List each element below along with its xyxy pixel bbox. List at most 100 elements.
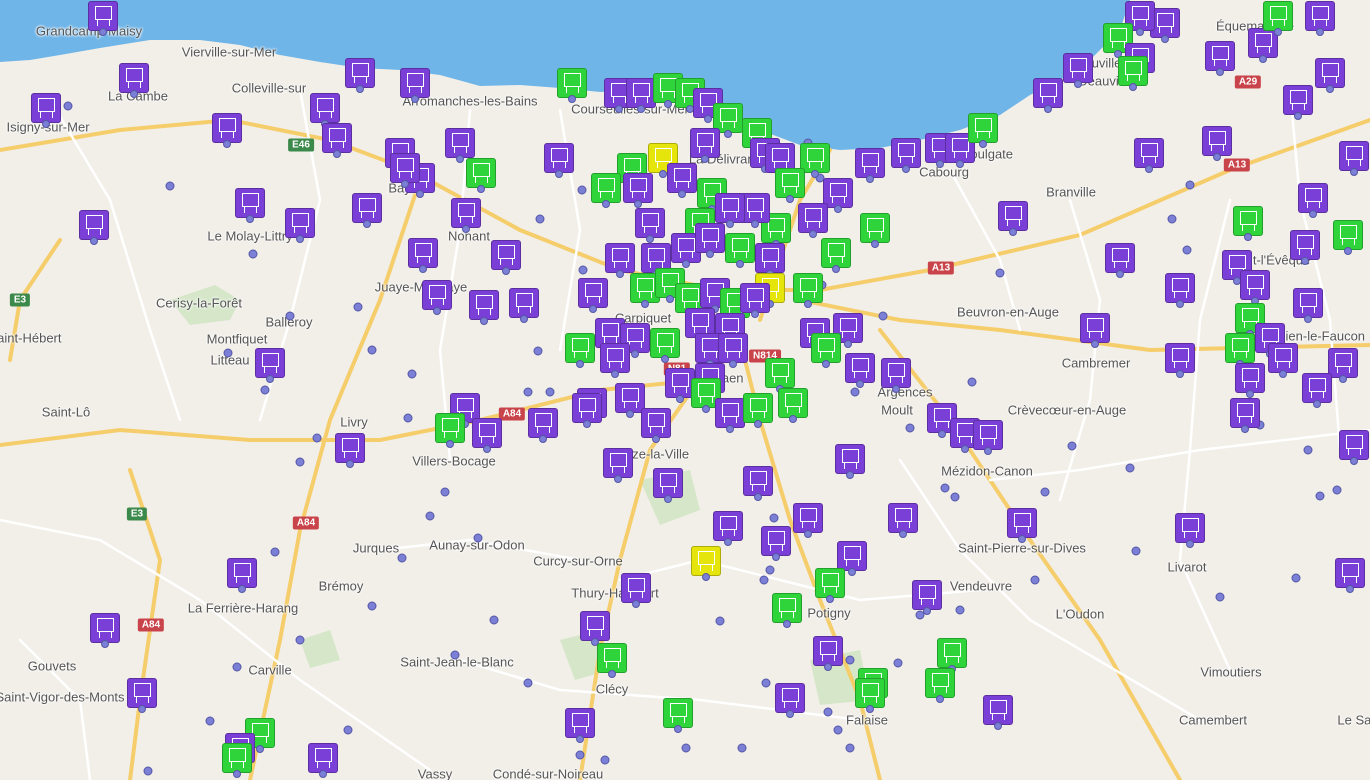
school-marker-green[interactable] xyxy=(743,393,773,428)
school-marker-purple[interactable] xyxy=(285,208,315,243)
school-marker-purple[interactable] xyxy=(1339,141,1369,176)
school-marker-green[interactable] xyxy=(775,168,805,203)
location-dot[interactable] xyxy=(737,743,747,753)
school-marker-purple[interactable] xyxy=(1033,78,1063,113)
location-dot[interactable] xyxy=(165,181,175,191)
school-marker-purple[interactable] xyxy=(793,503,823,538)
location-dot[interactable] xyxy=(248,249,258,259)
location-dot[interactable] xyxy=(343,725,353,735)
school-marker-purple[interactable] xyxy=(1205,41,1235,76)
school-marker-purple[interactable] xyxy=(1230,398,1260,433)
location-dot[interactable] xyxy=(1067,441,1077,451)
location-dot[interactable] xyxy=(403,413,413,423)
location-dot[interactable] xyxy=(715,616,725,626)
location-dot[interactable] xyxy=(878,311,888,321)
school-marker-purple[interactable] xyxy=(255,348,285,383)
school-marker-purple[interactable] xyxy=(352,193,382,228)
school-marker-purple[interactable] xyxy=(1302,373,1332,408)
school-marker-purple[interactable] xyxy=(31,93,61,128)
school-marker-purple[interactable] xyxy=(578,278,608,313)
school-marker-green[interactable] xyxy=(925,668,955,703)
school-marker-purple[interactable] xyxy=(310,93,340,128)
location-dot[interactable] xyxy=(295,635,305,645)
school-marker-purple[interactable] xyxy=(1293,288,1323,323)
school-marker-purple[interactable] xyxy=(837,541,867,576)
school-marker-green[interactable] xyxy=(855,678,885,713)
school-marker-purple[interactable] xyxy=(1305,1,1335,36)
school-marker-purple[interactable] xyxy=(544,143,574,178)
school-marker-purple[interactable] xyxy=(775,683,805,718)
school-marker-purple[interactable] xyxy=(572,393,602,428)
location-dot[interactable] xyxy=(232,662,242,672)
school-marker-green[interactable] xyxy=(821,238,851,273)
school-marker-purple[interactable] xyxy=(390,153,420,188)
school-marker-purple[interactable] xyxy=(88,1,118,36)
school-marker-purple[interactable] xyxy=(881,358,911,393)
location-dot[interactable] xyxy=(545,387,555,397)
location-dot[interactable] xyxy=(845,655,855,665)
school-marker-purple[interactable] xyxy=(667,163,697,198)
school-marker-green[interactable] xyxy=(811,333,841,368)
school-marker-purple[interactable] xyxy=(1240,270,1270,305)
school-marker-purple[interactable] xyxy=(1290,230,1320,265)
school-marker-purple[interactable] xyxy=(641,408,671,443)
school-marker-purple[interactable] xyxy=(1298,183,1328,218)
school-marker-green[interactable] xyxy=(663,698,693,733)
school-marker-purple[interactable] xyxy=(713,511,743,546)
location-dot[interactable] xyxy=(425,511,435,521)
school-marker-purple[interactable] xyxy=(695,223,725,258)
school-marker-purple[interactable] xyxy=(761,526,791,561)
location-dot[interactable] xyxy=(367,345,377,355)
school-marker-purple[interactable] xyxy=(1315,58,1345,93)
school-marker-purple[interactable] xyxy=(715,193,745,228)
location-dot[interactable] xyxy=(769,513,779,523)
school-marker-green[interactable] xyxy=(557,68,587,103)
school-marker-purple[interactable] xyxy=(855,148,885,183)
school-marker-purple[interactable] xyxy=(422,280,452,315)
location-dot[interactable] xyxy=(285,311,295,321)
school-marker-green[interactable] xyxy=(1225,333,1255,368)
school-marker-green[interactable] xyxy=(772,593,802,628)
location-dot[interactable] xyxy=(1167,214,1177,224)
location-dot[interactable] xyxy=(353,302,363,312)
school-marker-purple[interactable] xyxy=(743,466,773,501)
school-marker-purple[interactable] xyxy=(227,558,257,593)
school-marker-purple[interactable] xyxy=(1105,243,1135,278)
school-marker-green[interactable] xyxy=(1333,220,1363,255)
location-dot[interactable] xyxy=(533,346,543,356)
location-dot[interactable] xyxy=(440,487,450,497)
location-dot[interactable] xyxy=(850,387,860,397)
school-marker-green[interactable] xyxy=(1233,206,1263,241)
location-dot[interactable] xyxy=(893,658,903,668)
school-marker-purple[interactable] xyxy=(79,210,109,245)
school-marker-green[interactable] xyxy=(793,273,823,308)
location-dot[interactable] xyxy=(1332,485,1342,495)
school-marker-purple[interactable] xyxy=(528,408,558,443)
school-marker-green[interactable] xyxy=(1118,56,1148,91)
location-dot[interactable] xyxy=(260,385,270,395)
school-marker-purple[interactable] xyxy=(1235,363,1265,398)
school-marker-purple[interactable] xyxy=(90,613,120,648)
school-marker-purple[interactable] xyxy=(491,240,521,275)
school-marker-green[interactable] xyxy=(815,568,845,603)
school-marker-purple[interactable] xyxy=(600,343,630,378)
school-marker-purple[interactable] xyxy=(408,238,438,273)
location-dot[interactable] xyxy=(995,268,1005,278)
location-dot[interactable] xyxy=(1303,445,1313,455)
location-dot[interactable] xyxy=(1030,575,1040,585)
school-marker-yellow[interactable] xyxy=(691,546,721,581)
school-marker-green[interactable] xyxy=(591,173,621,208)
school-marker-green[interactable] xyxy=(466,158,496,193)
location-dot[interactable] xyxy=(523,678,533,688)
school-marker-purple[interactable] xyxy=(635,208,665,243)
school-marker-purple[interactable] xyxy=(653,468,683,503)
school-marker-purple[interactable] xyxy=(1080,313,1110,348)
school-marker-purple[interactable] xyxy=(335,433,365,468)
school-marker-purple[interactable] xyxy=(1339,430,1369,465)
location-dot[interactable] xyxy=(450,650,460,660)
school-marker-green[interactable] xyxy=(765,358,795,393)
school-marker-purple[interactable] xyxy=(718,333,748,368)
location-dot[interactable] xyxy=(1215,592,1225,602)
school-marker-purple[interactable] xyxy=(580,611,610,646)
school-marker-purple[interactable] xyxy=(1063,53,1093,88)
